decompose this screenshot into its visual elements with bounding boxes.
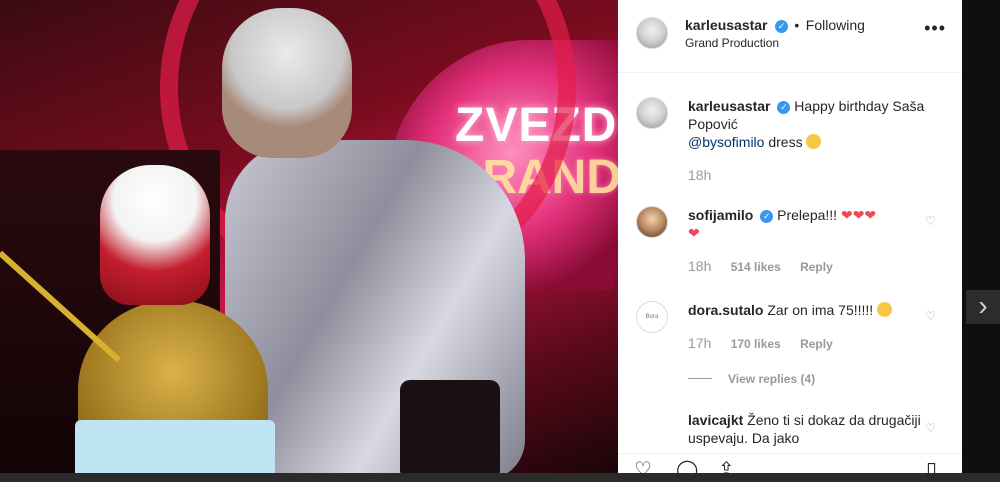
comment-body: Prelepa!!!: [777, 207, 838, 223]
flushed-emoji-icon: [877, 302, 893, 317]
comment-text: lavicajkt Ženo ti si dokaz da drugačiji …: [688, 411, 938, 447]
caption-text: karleusastar ✓ Happy birthday Saša Popov…: [688, 97, 938, 151]
comment-body: Zar on ima 75!!!!!: [767, 302, 874, 318]
header-username[interactable]: karleusastar: [685, 17, 768, 33]
heart-icon[interactable]: ♡: [634, 457, 652, 482]
heart-emoji-icon: ❤: [688, 225, 700, 241]
chevron-right-icon[interactable]: ›: [966, 290, 1000, 324]
avatar-logo-text: Bora: [645, 314, 659, 320]
likes-count[interactable]: 170 likes: [731, 337, 781, 351]
action-bar: ♡ ◯ ⇪ ▯: [618, 453, 962, 481]
comments-list[interactable]: karleusastar ✓ Happy birthday Saša Popov…: [618, 73, 962, 453]
timestamp[interactable]: 18h: [688, 258, 711, 274]
timestamp[interactable]: 18h: [688, 167, 711, 183]
avatar[interactable]: [636, 206, 668, 238]
caption-meta: 18h: [688, 167, 727, 183]
view-replies-label: View replies (4): [728, 372, 816, 386]
ellipsis-icon[interactable]: •••: [924, 18, 946, 39]
post-header: karleusastar ✓ • Following Grand Product…: [618, 0, 962, 73]
comment-text: sofijamilo ✓ Prelepa!!! ❤❤❤ ❤: [688, 206, 938, 242]
like-comment-heart-icon[interactable]: ♡: [925, 309, 936, 323]
woman-head: [222, 8, 352, 158]
bookmark-icon[interactable]: ▯: [926, 457, 937, 482]
location-link[interactable]: Grand Production: [685, 36, 779, 50]
post-photo[interactable]: ZVEZD GRAND: [0, 0, 618, 473]
view-replies-button[interactable]: View replies (4): [688, 372, 815, 386]
comment-username[interactable]: sofijamilo: [688, 207, 753, 223]
verified-icon: ✓: [777, 101, 791, 114]
comment-text: dora.sutalo Zar on ima 75!!!!!: [688, 301, 938, 319]
like-comment-heart-icon[interactable]: ♡: [925, 421, 936, 435]
heart-emoji-icon: ❤❤❤: [840, 207, 877, 223]
comment-meta: 17h 170 likes Reply: [688, 335, 849, 351]
verified-icon: ✓: [760, 210, 774, 223]
likes-count[interactable]: 514 likes: [731, 260, 781, 274]
reply-button[interactable]: Reply: [800, 260, 833, 274]
heart-eyes-emoji-icon: [806, 134, 822, 149]
duck-figurine: [100, 165, 210, 305]
comment-icon[interactable]: ◯: [676, 457, 698, 482]
verified-icon: ✓: [774, 20, 788, 33]
comment-meta: 18h 514 likes Reply: [688, 258, 849, 274]
woman-legs: [400, 380, 500, 473]
post-sidebar: karleusastar ✓ • Following Grand Product…: [618, 0, 962, 481]
avatar[interactable]: [636, 17, 668, 49]
comment-username[interactable]: dora.sutalo: [688, 302, 763, 318]
caption-username[interactable]: karleusastar: [688, 98, 771, 114]
header-user: karleusastar ✓ • Following: [685, 17, 865, 35]
separator-dot: •: [794, 17, 800, 33]
replies-divider: [688, 378, 712, 379]
caption-suffix: dress: [764, 134, 803, 150]
reply-button[interactable]: Reply: [800, 337, 833, 351]
following-button[interactable]: Following: [806, 17, 865, 33]
like-comment-heart-icon[interactable]: ♡: [925, 214, 936, 228]
share-icon[interactable]: ⇪: [718, 457, 735, 482]
cake-base: [75, 420, 275, 473]
avatar[interactable]: [636, 97, 668, 129]
mention-link[interactable]: @bysofimilo: [688, 134, 764, 150]
comment-username[interactable]: lavicajkt: [688, 412, 743, 428]
timestamp[interactable]: 17h: [688, 335, 711, 351]
avatar[interactable]: Bora: [636, 301, 668, 333]
